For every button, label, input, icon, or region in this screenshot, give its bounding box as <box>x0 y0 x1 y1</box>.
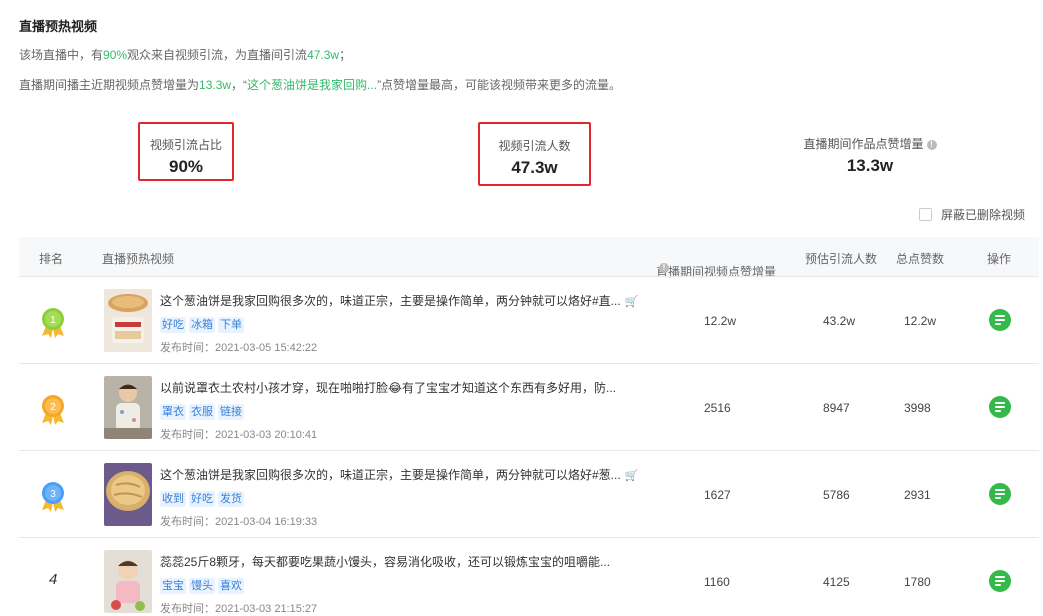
publish-time: 发布时间：2021-03-05 15:42:22 <box>160 342 318 354</box>
video-tags: 罩衣 衣服 链接 <box>160 404 244 420</box>
estimated-traffic: 5786 <box>823 488 850 502</box>
video-tag[interactable]: 下单 <box>218 317 244 333</box>
video-title[interactable]: 蕊蕊25斤8颗牙，每天都要吃果蔬小馒头，容易消化吸收，还可以锻炼宝宝的咀嚼能..… <box>160 553 610 570</box>
likes-increment: 2516 <box>704 401 731 415</box>
video-tags: 好吃 冰箱 下单 <box>160 317 244 333</box>
summary-line-likes: 直播期间播主近期视频点赞增量为13.3w，“这个葱油饼是我家回购...”点赞增量… <box>19 78 622 92</box>
col-traffic: 预估引流人数 <box>805 252 878 266</box>
total-likes: 1780 <box>904 575 931 589</box>
stat-likes-increment: 直播期间作品点赞增量! 13.3w <box>790 135 950 176</box>
stat-traffic-count: 视频引流人数 47.3w <box>478 122 591 186</box>
silver-medal-icon: 2 <box>42 395 64 425</box>
bronze-medal-icon: 3 <box>42 482 64 512</box>
publish-time: 发布时间：2021-03-04 16:19:33 <box>160 516 318 528</box>
hide-deleted-label: 屏蔽已删除视频 <box>941 208 1026 222</box>
table-row: 4 蕊蕊25斤8颗牙，每天都要吃果蔬小馒头，容易消化吸收，还可以锻炼宝宝的咀嚼能… <box>19 537 1039 616</box>
stat-label: 直播期间作品点赞增量! <box>790 135 950 152</box>
table-row: 1 这个葱油饼是我家回购很多次的，味道正宗，主要是操作简单，两分钟就可以烙好#直… <box>19 276 1039 363</box>
col-action: 操作 <box>987 252 1012 266</box>
estimated-traffic: 8947 <box>823 401 850 415</box>
hide-deleted-toggle[interactable]: 屏蔽已删除视频 <box>919 206 1025 223</box>
likes-increment: 1160 <box>704 575 730 589</box>
video-thumbnail[interactable] <box>104 463 152 526</box>
gold-medal-icon: 1 <box>42 308 64 338</box>
detail-button[interactable] <box>989 396 1011 418</box>
total-likes: 12.2w <box>904 314 937 328</box>
video-title[interactable]: 这个葱油饼是我家回购很多次的，味道正宗，主要是操作简单，两分钟就可以烙好#葱..… <box>160 466 638 483</box>
video-tag[interactable]: 衣服 <box>189 404 215 420</box>
stat-label: 视频引流人数 <box>498 139 571 153</box>
shopping-cart-icon: 🛒 <box>624 296 639 308</box>
video-tag[interactable]: 喜欢 <box>218 578 244 594</box>
video-thumbnail[interactable] <box>104 550 152 613</box>
col-video: 直播预热视频 <box>102 252 175 266</box>
summary-likes: 13.3w <box>199 78 232 92</box>
total-likes: 3998 <box>904 401 931 415</box>
rank-number: 4 <box>49 571 58 588</box>
hide-deleted-checkbox[interactable] <box>919 208 932 221</box>
medal-rank: 2 <box>50 402 56 413</box>
video-tag[interactable]: 冰箱 <box>189 317 215 333</box>
detail-button[interactable] <box>989 570 1011 592</box>
shopping-cart-icon: 🛒 <box>624 470 639 482</box>
video-thumbnail[interactable] <box>104 289 152 352</box>
table-row: 3 这个葱油饼是我家回购很多次的，味道正宗，主要是操作简单，两分钟就可以烙好#葱… <box>19 450 1039 537</box>
summary-line-traffic: 该场直播中，有90%观众来自视频引流，为直播间引流47.3w； <box>19 48 352 62</box>
summary-video-link[interactable]: 这个葱油饼是我家回购... <box>247 78 377 92</box>
video-tags: 收到 好吃 发货 <box>160 491 244 507</box>
video-tag[interactable]: 好吃 <box>189 491 215 507</box>
video-title[interactable]: 以前说罩衣土农村小孩才穿，现在啪啪打脸😂有了宝宝才知道这个东西有多好用，防... <box>160 379 616 396</box>
video-tag[interactable]: 好吃 <box>160 317 186 333</box>
likes-increment: 12.2w <box>704 314 737 328</box>
detail-button[interactable] <box>989 309 1011 331</box>
video-tag[interactable]: 收到 <box>160 491 186 507</box>
info-icon[interactable]: ! <box>659 263 669 273</box>
video-tag[interactable]: 发货 <box>218 491 244 507</box>
publish-time: 发布时间：2021-03-03 21:15:27 <box>160 603 318 615</box>
video-tags: 宝宝 馒头 喜欢 <box>160 578 244 594</box>
table-header: 排名 直播预热视频 直播期间视频点赞增量! 预估引流人数 总点赞数 操作 <box>19 237 1039 279</box>
col-rank: 排名 <box>39 252 64 266</box>
publish-time: 发布时间：2021-03-03 20:10:41 <box>160 429 318 441</box>
video-title[interactable]: 这个葱油饼是我家回购很多次的，味道正宗，主要是操作简单，两分钟就可以烙好#直..… <box>160 292 638 309</box>
stat-value: 47.3w <box>511 158 558 177</box>
stat-label: 视频引流占比 <box>149 138 222 152</box>
video-tag[interactable]: 罩衣 <box>160 404 186 420</box>
summary-percent: 90% <box>103 48 128 62</box>
stat-value: 90% <box>168 157 204 176</box>
stat-traffic-ratio: 视频引流占比 90% <box>138 122 234 181</box>
detail-button[interactable] <box>989 483 1011 505</box>
table-row: 2 以前说罩衣土农村小孩才穿，现在啪啪打脸😂有了宝宝才知道这个东西有多好用，防.… <box>19 363 1039 450</box>
info-icon[interactable]: ! <box>926 140 937 150</box>
estimated-traffic: 4125 <box>823 575 850 589</box>
video-thumbnail[interactable] <box>104 376 152 439</box>
col-total: 总点赞数 <box>896 252 945 266</box>
likes-increment: 1627 <box>704 488 731 502</box>
stat-value: 13.3w <box>846 156 894 175</box>
summary-count: 47.3w <box>307 48 340 62</box>
preheat-video-table: 排名 直播预热视频 直播期间视频点赞增量! 预估引流人数 总点赞数 操作 1 这… <box>19 237 1039 616</box>
section-title: 直播预热视频 <box>19 19 98 34</box>
video-tag[interactable]: 宝宝 <box>160 578 186 594</box>
total-likes: 2931 <box>904 488 931 502</box>
video-tag[interactable]: 馒头 <box>189 578 215 594</box>
video-tag[interactable]: 链接 <box>218 404 244 420</box>
estimated-traffic: 43.2w <box>823 314 856 328</box>
medal-rank: 1 <box>50 315 56 326</box>
medal-rank: 3 <box>50 489 56 500</box>
